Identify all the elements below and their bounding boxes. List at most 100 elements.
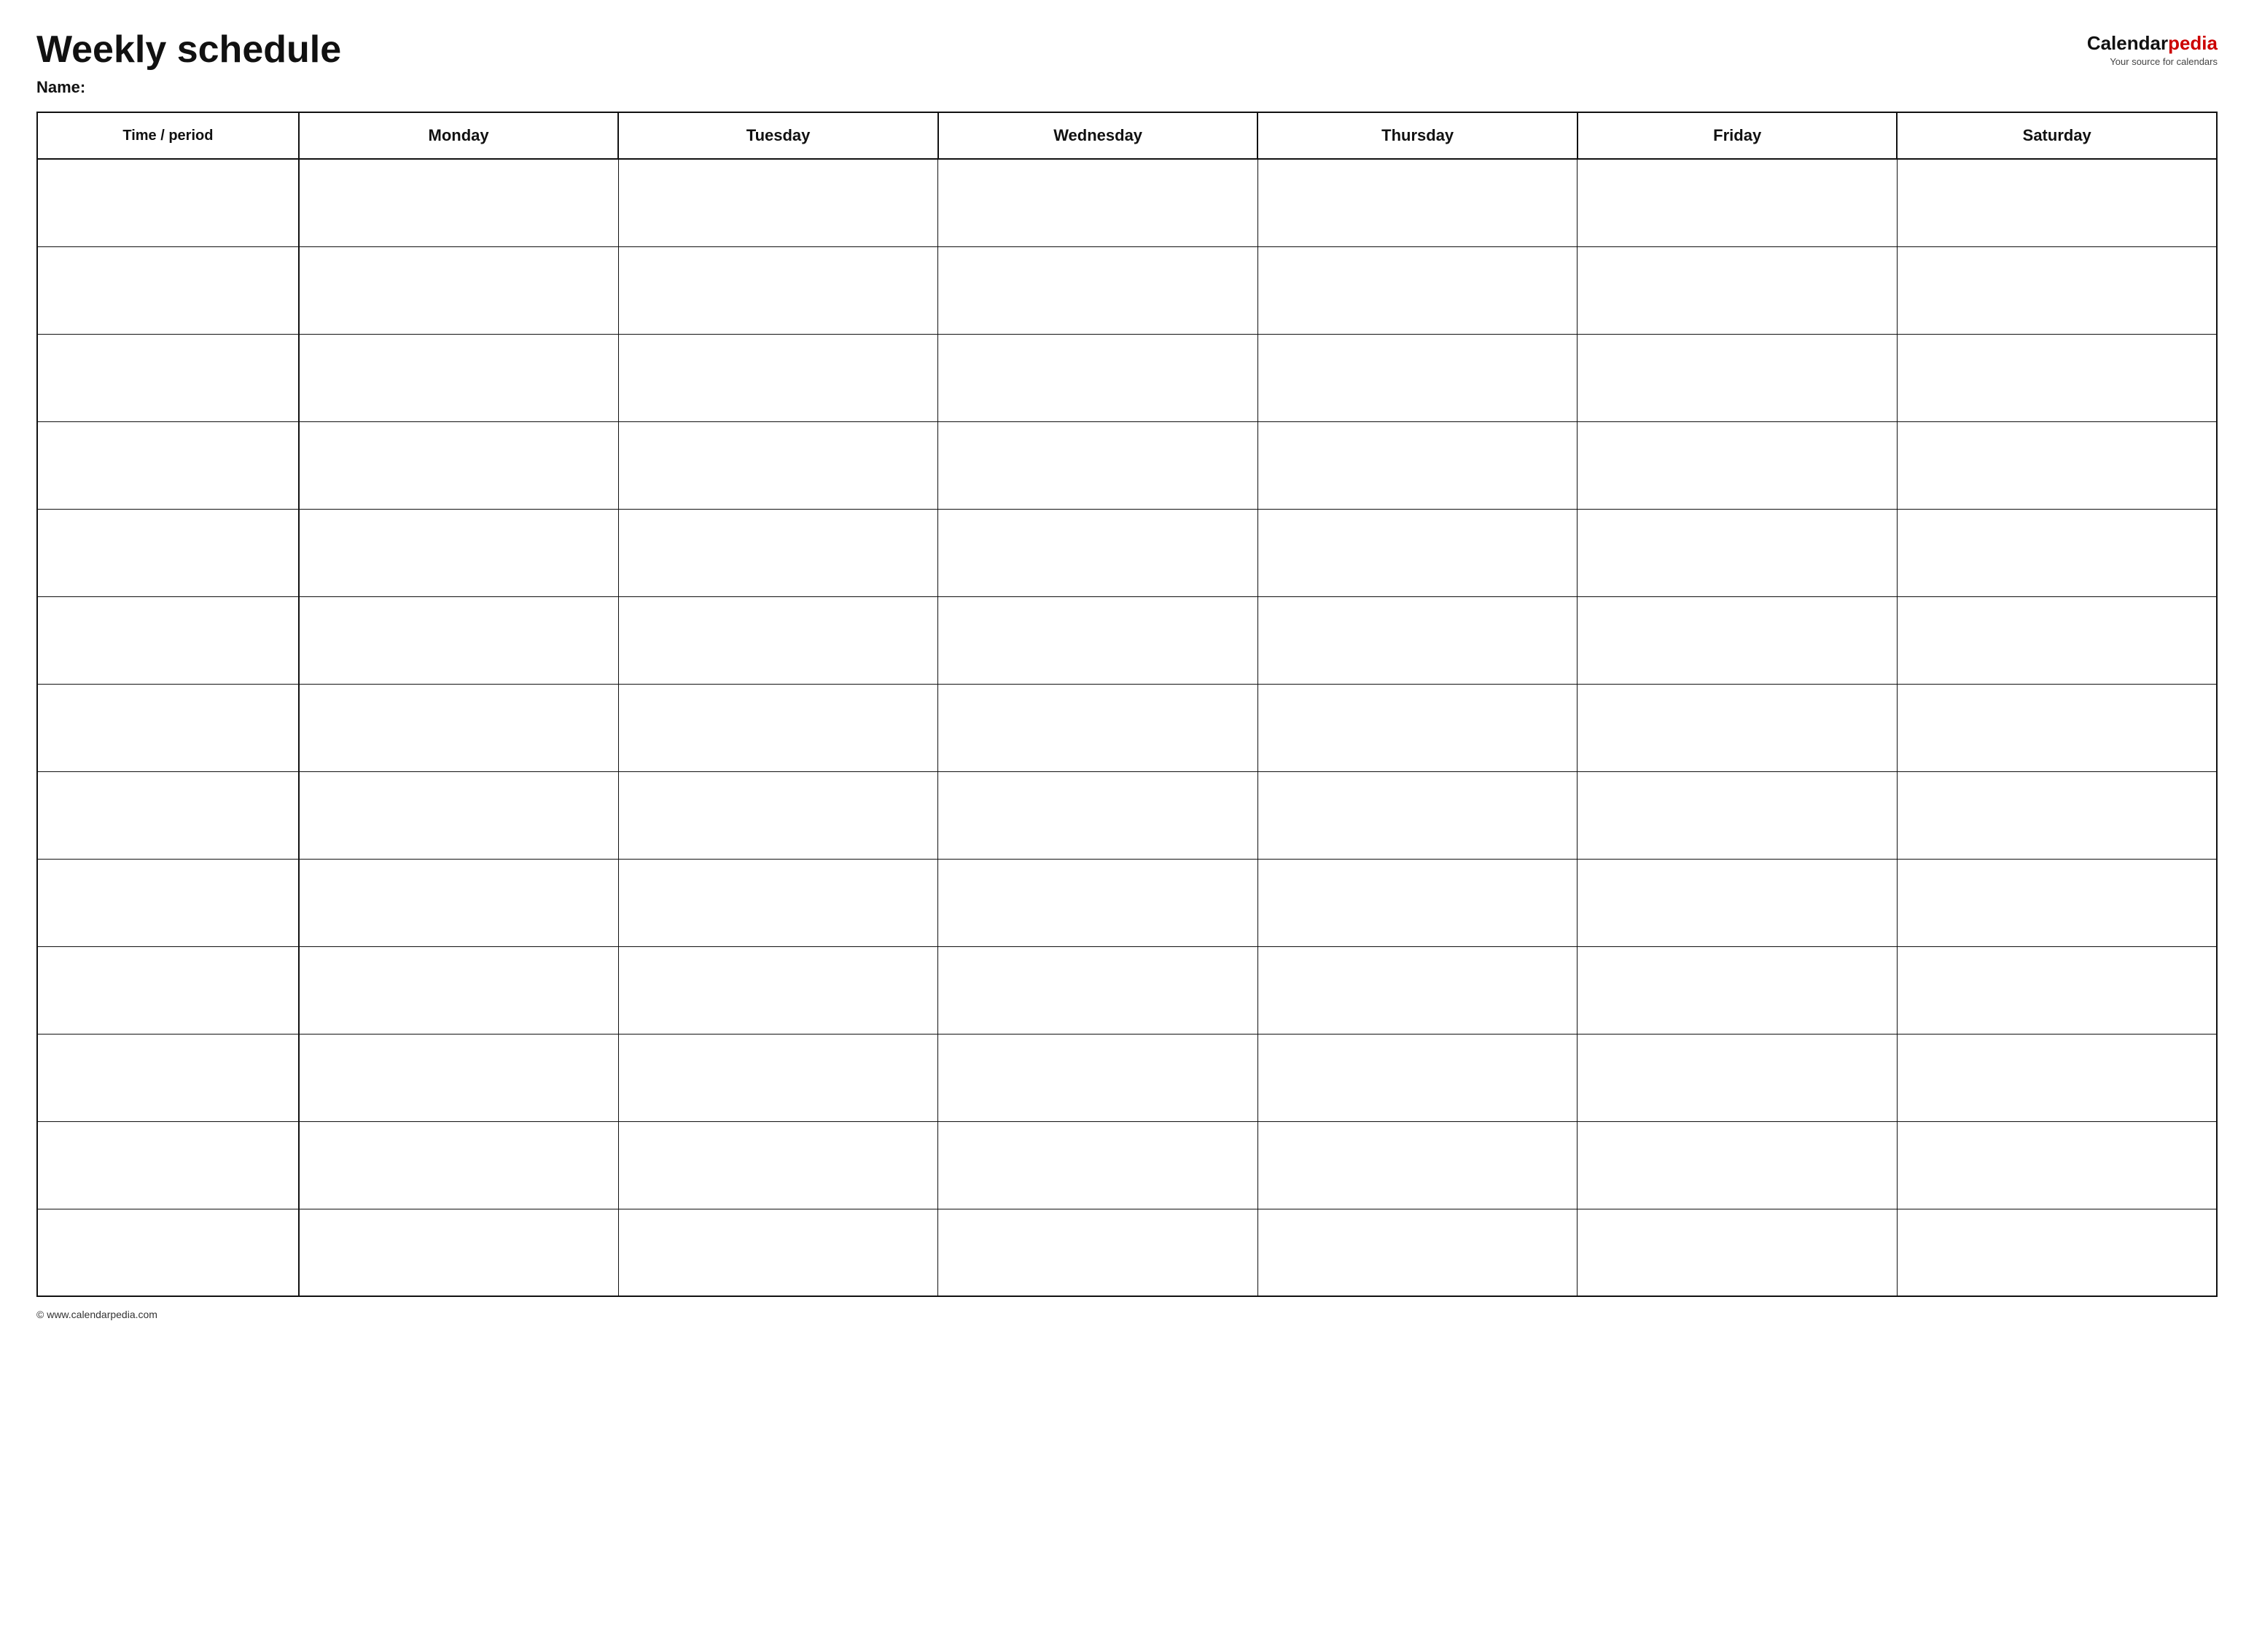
- day-cell[interactable]: [299, 159, 619, 246]
- day-cell[interactable]: [299, 859, 619, 946]
- day-cell[interactable]: [299, 684, 619, 771]
- time-cell[interactable]: [37, 509, 299, 596]
- day-cell[interactable]: [1897, 509, 2217, 596]
- time-cell[interactable]: [37, 421, 299, 509]
- day-cell[interactable]: [1257, 1034, 1578, 1121]
- day-cell[interactable]: [1257, 246, 1578, 334]
- day-cell[interactable]: [938, 159, 1258, 246]
- day-cell[interactable]: [938, 684, 1258, 771]
- table-row: [37, 509, 2217, 596]
- day-cell[interactable]: [938, 334, 1258, 421]
- day-cell[interactable]: [938, 1209, 1258, 1296]
- day-cell[interactable]: [1578, 1034, 1898, 1121]
- day-cell[interactable]: [618, 246, 938, 334]
- day-cell[interactable]: [938, 946, 1258, 1034]
- day-cell[interactable]: [1257, 596, 1578, 684]
- day-cell[interactable]: [1578, 946, 1898, 1034]
- day-cell[interactable]: [1578, 771, 1898, 859]
- time-cell[interactable]: [37, 946, 299, 1034]
- day-cell[interactable]: [1578, 1121, 1898, 1209]
- day-cell[interactable]: [618, 334, 938, 421]
- time-cell[interactable]: [37, 771, 299, 859]
- day-cell[interactable]: [1257, 771, 1578, 859]
- day-cell[interactable]: [1257, 159, 1578, 246]
- time-cell[interactable]: [37, 684, 299, 771]
- day-cell[interactable]: [1578, 684, 1898, 771]
- day-cell[interactable]: [1257, 509, 1578, 596]
- day-cell[interactable]: [1257, 684, 1578, 771]
- day-cell[interactable]: [1578, 246, 1898, 334]
- day-cell[interactable]: [1897, 684, 2217, 771]
- day-cell[interactable]: [1257, 859, 1578, 946]
- day-cell[interactable]: [1578, 509, 1898, 596]
- day-cell[interactable]: [618, 1209, 938, 1296]
- day-cell[interactable]: [299, 421, 619, 509]
- day-cell[interactable]: [299, 334, 619, 421]
- day-cell[interactable]: [938, 771, 1258, 859]
- day-cell[interactable]: [938, 246, 1258, 334]
- day-cell[interactable]: [1257, 421, 1578, 509]
- time-cell[interactable]: [37, 1034, 299, 1121]
- day-cell[interactable]: [618, 596, 938, 684]
- day-cell[interactable]: [1578, 596, 1898, 684]
- day-cell[interactable]: [938, 596, 1258, 684]
- day-cell[interactable]: [938, 859, 1258, 946]
- day-cell[interactable]: [618, 1034, 938, 1121]
- day-cell[interactable]: [618, 1121, 938, 1209]
- day-cell[interactable]: [299, 1209, 619, 1296]
- day-cell[interactable]: [299, 946, 619, 1034]
- day-cell[interactable]: [618, 421, 938, 509]
- day-cell[interactable]: [1897, 334, 2217, 421]
- day-cell[interactable]: [299, 771, 619, 859]
- day-cell[interactable]: [1897, 771, 2217, 859]
- day-cell[interactable]: [1897, 859, 2217, 946]
- col-header-wednesday: Wednesday: [938, 112, 1258, 159]
- day-cell[interactable]: [1578, 421, 1898, 509]
- schedule-table: Time / period Monday Tuesday Wednesday T…: [36, 112, 2218, 1297]
- day-cell[interactable]: [938, 1034, 1258, 1121]
- day-cell[interactable]: [1897, 596, 2217, 684]
- day-cell[interactable]: [1897, 1034, 2217, 1121]
- day-cell[interactable]: [299, 596, 619, 684]
- time-cell[interactable]: [37, 859, 299, 946]
- day-cell[interactable]: [1578, 334, 1898, 421]
- table-row: [37, 771, 2217, 859]
- day-cell[interactable]: [1897, 159, 2217, 246]
- copyright: © www.calendarpedia.com: [36, 1309, 157, 1320]
- day-cell[interactable]: [1578, 1209, 1898, 1296]
- day-cell[interactable]: [1578, 859, 1898, 946]
- day-cell[interactable]: [618, 509, 938, 596]
- time-cell[interactable]: [37, 596, 299, 684]
- time-cell[interactable]: [37, 246, 299, 334]
- day-cell[interactable]: [1257, 946, 1578, 1034]
- day-cell[interactable]: [618, 159, 938, 246]
- day-cell[interactable]: [618, 946, 938, 1034]
- day-cell[interactable]: [299, 1034, 619, 1121]
- day-cell[interactable]: [1897, 421, 2217, 509]
- day-cell[interactable]: [618, 684, 938, 771]
- day-cell[interactable]: [299, 246, 619, 334]
- day-cell[interactable]: [1897, 946, 2217, 1034]
- day-cell[interactable]: [299, 1121, 619, 1209]
- day-cell[interactable]: [1897, 246, 2217, 334]
- time-cell[interactable]: [37, 1121, 299, 1209]
- time-cell[interactable]: [37, 1209, 299, 1296]
- day-cell[interactable]: [1257, 1121, 1578, 1209]
- day-cell[interactable]: [938, 1121, 1258, 1209]
- time-cell[interactable]: [37, 159, 299, 246]
- day-cell[interactable]: [1897, 1209, 2217, 1296]
- day-cell[interactable]: [1257, 1209, 1578, 1296]
- table-header-row: Time / period Monday Tuesday Wednesday T…: [37, 112, 2217, 159]
- day-cell[interactable]: [1897, 1121, 2217, 1209]
- day-cell[interactable]: [938, 509, 1258, 596]
- day-cell[interactable]: [938, 421, 1258, 509]
- time-cell[interactable]: [37, 334, 299, 421]
- day-cell[interactable]: [618, 859, 938, 946]
- table-row: [37, 859, 2217, 946]
- day-cell[interactable]: [618, 771, 938, 859]
- col-header-friday: Friday: [1578, 112, 1898, 159]
- day-cell[interactable]: [299, 509, 619, 596]
- day-cell[interactable]: [1578, 159, 1898, 246]
- day-cell[interactable]: [1257, 334, 1578, 421]
- table-row: [37, 334, 2217, 421]
